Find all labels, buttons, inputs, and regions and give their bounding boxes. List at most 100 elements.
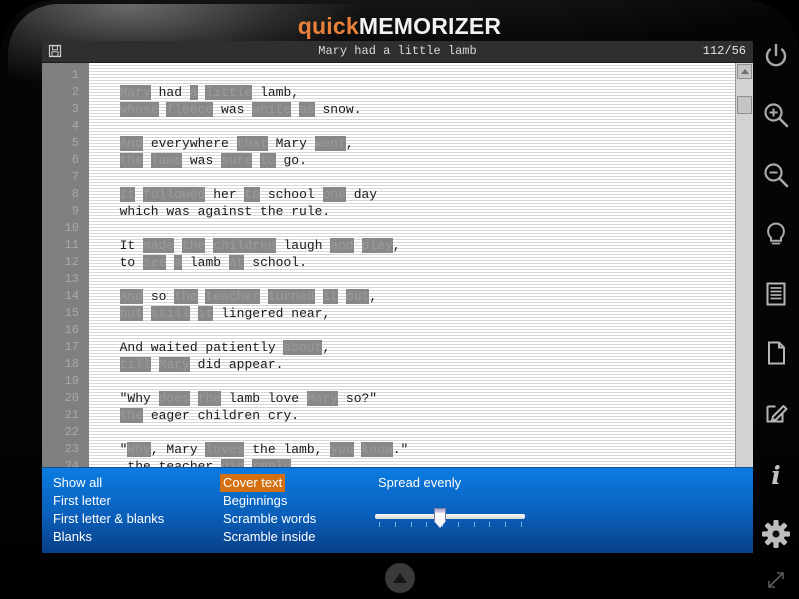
- covered-word[interactable]: whose: [119, 102, 159, 117]
- covered-word[interactable]: and: [330, 238, 354, 253]
- option-scramble-inside[interactable]: Scramble inside: [220, 528, 319, 546]
- option-show-all[interactable]: Show all: [50, 474, 105, 492]
- editor-line[interactable]: 23 "Why, Mary loves the lamb, you know.": [42, 441, 732, 458]
- editor-line[interactable]: 17 And waited patiently about,: [42, 339, 732, 356]
- covered-word[interactable]: turned: [267, 289, 315, 304]
- covered-word[interactable]: it: [322, 289, 339, 304]
- covered-word[interactable]: white: [252, 102, 292, 117]
- covered-word[interactable]: the: [119, 408, 144, 423]
- covered-word[interactable]: And: [119, 136, 144, 151]
- editor-line[interactable]: 19: [42, 373, 732, 390]
- covered-word[interactable]: a: [189, 85, 198, 100]
- covered-word[interactable]: but: [119, 306, 144, 321]
- covered-word[interactable]: It: [119, 187, 136, 202]
- covered-word[interactable]: at: [228, 255, 245, 270]
- editor-line[interactable]: 14 And so the teacher turned it out,: [42, 288, 732, 305]
- visible-word: [135, 187, 143, 202]
- covered-word[interactable]: till: [119, 357, 151, 372]
- editor-line[interactable]: 3 whose fleece was white as snow.: [42, 101, 732, 118]
- editor-line[interactable]: 22: [42, 424, 732, 441]
- document-lines-icon[interactable]: [753, 271, 799, 317]
- visible-word: ,: [392, 238, 401, 253]
- spread-slider[interactable]: [375, 508, 525, 530]
- editor-line[interactable]: 11 It made the children laugh and play,: [42, 237, 732, 254]
- covered-word[interactable]: the: [119, 153, 144, 168]
- slider-thumb[interactable]: [433, 508, 446, 528]
- slider-track[interactable]: [375, 514, 525, 519]
- editor-line[interactable]: 8 It followed her to school one day: [42, 186, 732, 203]
- resize-handle-icon[interactable]: [753, 557, 799, 599]
- covered-word[interactable]: the: [182, 238, 206, 253]
- lightbulb-icon[interactable]: [753, 211, 799, 257]
- editor-line[interactable]: 7: [42, 169, 732, 186]
- scroll-up-arrow-icon[interactable]: [737, 64, 752, 79]
- editor-line[interactable]: 16: [42, 322, 732, 339]
- visible-word: ,: [345, 136, 354, 151]
- editor-line[interactable]: 12 to see a lamb at school.: [42, 254, 732, 271]
- covered-word[interactable]: out: [345, 289, 370, 304]
- covered-word[interactable]: know: [361, 442, 393, 457]
- blank-page-icon[interactable]: [753, 330, 799, 376]
- covered-word[interactable]: still: [150, 306, 190, 321]
- covered-word[interactable]: the: [197, 391, 222, 406]
- info-icon[interactable]: i: [753, 452, 799, 498]
- covered-word[interactable]: Mary: [158, 357, 190, 372]
- editor-line[interactable]: 2 Mary had a little lamb,: [42, 84, 732, 101]
- home-button[interactable]: [385, 563, 415, 593]
- covered-word[interactable]: about: [283, 340, 323, 355]
- covered-word[interactable]: to: [260, 153, 276, 168]
- covered-word[interactable]: the: [174, 289, 198, 304]
- covered-word[interactable]: children: [213, 238, 276, 253]
- covered-word[interactable]: lamb: [150, 153, 183, 168]
- covered-word[interactable]: teacher: [205, 289, 261, 304]
- covered-word[interactable]: to: [244, 187, 261, 202]
- option-blanks[interactable]: Blanks: [50, 528, 95, 546]
- covered-word[interactable]: loves: [205, 442, 245, 457]
- covered-word[interactable]: that: [236, 136, 268, 151]
- zoom-out-icon[interactable]: [753, 152, 799, 198]
- editor-line[interactable]: 5 And everywhere that Mary went,: [42, 135, 732, 152]
- editor-line[interactable]: 13: [42, 271, 732, 288]
- text-editor-pane[interactable]: 12 Mary had a little lamb, 3 whose fleece…: [42, 63, 753, 509]
- option-beginnings[interactable]: Beginnings: [220, 492, 290, 510]
- editor-line[interactable]: 10: [42, 220, 732, 237]
- option-scramble-words[interactable]: Scramble words: [220, 510, 319, 528]
- editor-line[interactable]: 6 the lamb was sure to go.: [42, 152, 732, 169]
- edit-pencil-icon[interactable]: [753, 389, 799, 435]
- editor-line[interactable]: 9 which was against the rule.: [42, 203, 732, 220]
- editor-line[interactable]: 1: [42, 67, 732, 84]
- editor-line[interactable]: 4: [42, 118, 732, 135]
- editor-line[interactable]: 21 the eager children cry.: [42, 407, 732, 424]
- covered-word[interactable]: fleece: [166, 102, 214, 117]
- option-cover-text[interactable]: Cover text: [220, 474, 286, 492]
- zoom-in-icon[interactable]: [753, 92, 799, 138]
- scrollbar-thumb[interactable]: [737, 96, 752, 115]
- covered-word[interactable]: you: [330, 442, 354, 457]
- option-first-letter-blanks[interactable]: First letter & blanks: [50, 510, 167, 528]
- covered-word[interactable]: went: [314, 136, 346, 151]
- covered-word[interactable]: see: [143, 255, 167, 270]
- power-icon[interactable]: [753, 33, 799, 79]
- covered-word[interactable]: made: [143, 238, 175, 253]
- option-first-letter[interactable]: First letter: [50, 492, 114, 510]
- covered-word[interactable]: followed: [143, 187, 206, 202]
- display-mode-column: Show all First letter First letter & blank…: [50, 474, 167, 546]
- covered-word[interactable]: little: [205, 85, 253, 100]
- covered-word[interactable]: sure: [221, 153, 253, 168]
- covered-word[interactable]: as: [299, 102, 315, 117]
- covered-word[interactable]: it: [197, 306, 214, 321]
- covered-word[interactable]: play: [361, 238, 393, 253]
- covered-word[interactable]: Why: [127, 442, 151, 457]
- editor-line[interactable]: 20 "Why does the lamb love Mary so?": [42, 390, 732, 407]
- covered-word[interactable]: does: [158, 391, 190, 406]
- editor-line[interactable]: 18 till Mary did appear.: [42, 356, 732, 373]
- visible-word: [190, 391, 198, 406]
- covered-word[interactable]: one: [322, 187, 346, 202]
- editor-line[interactable]: 15 but still it lingered near,: [42, 305, 732, 322]
- covered-word[interactable]: And: [119, 289, 144, 304]
- settings-gear-icon[interactable]: [753, 511, 799, 557]
- covered-word[interactable]: a: [174, 255, 183, 270]
- vertical-scrollbar[interactable]: [735, 63, 753, 509]
- covered-word[interactable]: Mary: [306, 391, 339, 406]
- covered-word[interactable]: Mary: [119, 85, 151, 100]
